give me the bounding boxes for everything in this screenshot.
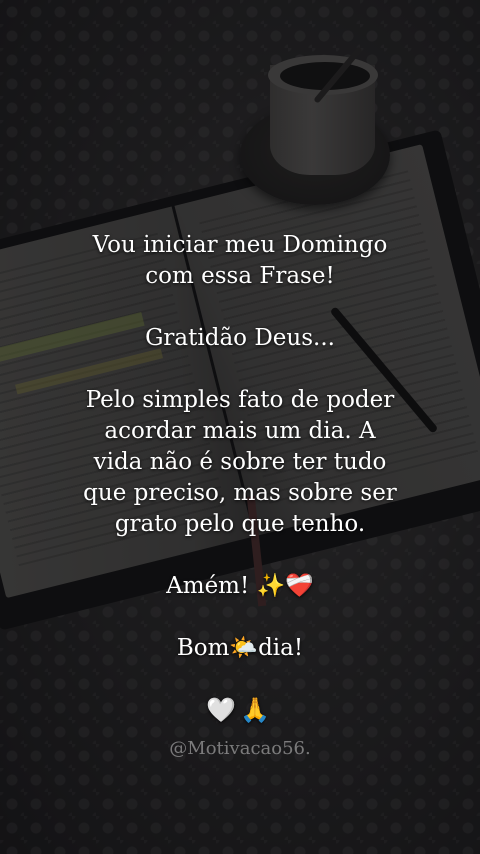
paragraph: Amém! ✨❤️‍🩹 <box>0 571 480 602</box>
text-line: Gratidão Deus... <box>145 325 335 351</box>
heart-pray-emoji: 🤍🙏 <box>206 696 274 724</box>
background-photo: Vou iniciar meu Domingo com essa Frase! … <box>0 0 480 854</box>
amen-line: Amém! ✨❤️‍🩹 <box>166 573 314 599</box>
paragraph: Bom🌤️dia! <box>0 633 480 664</box>
paragraph: Vou iniciar meu Domingo com essa Frase! <box>0 230 480 292</box>
text-line: com essa Frase! <box>145 263 335 289</box>
text-line: vida não é sobre ter tudo <box>93 449 387 475</box>
message-text: Vou iniciar meu Domingo com essa Frase! … <box>0 230 480 726</box>
text-line: grato pelo que tenho. <box>114 511 366 537</box>
paragraph: Pelo simples fato de poder acordar mais … <box>0 385 480 540</box>
text-line: Vou iniciar meu Domingo <box>92 232 388 258</box>
good-morning-line: Bom🌤️dia! <box>176 635 304 661</box>
paragraph: Gratidão Deus... <box>0 323 480 354</box>
watermark: @Motivacao56. <box>169 738 311 759</box>
text-line: que preciso, mas sobre ser <box>83 480 397 506</box>
text-line: Pelo simples fato de poder <box>85 387 395 413</box>
text-line: acordar mais um dia. A <box>104 418 376 444</box>
